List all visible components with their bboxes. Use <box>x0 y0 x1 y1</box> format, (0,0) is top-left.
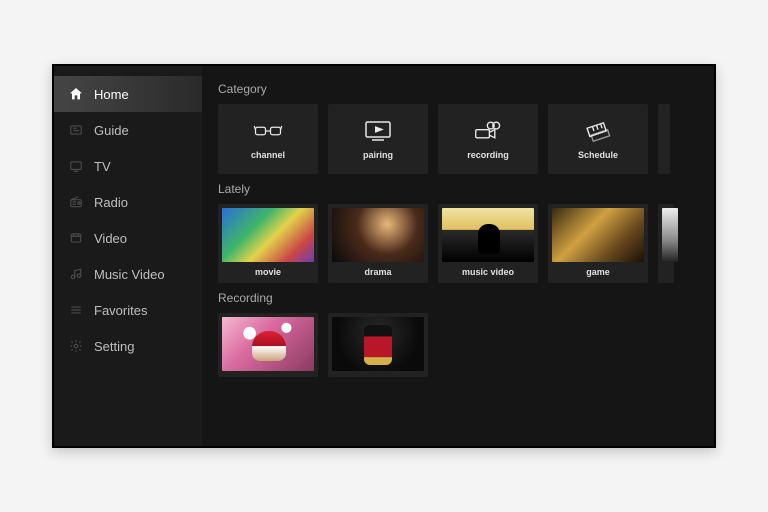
sidebar-item-music-video[interactable]: Music Video <box>54 256 202 292</box>
thumbnail <box>662 208 678 262</box>
sidebar-item-radio[interactable]: Radio <box>54 184 202 220</box>
sidebar-item-home[interactable]: Home <box>54 76 202 112</box>
sidebar-item-label: Setting <box>94 339 134 354</box>
category-label: pairing <box>363 150 393 160</box>
video-icon <box>68 230 84 246</box>
category-card-recording[interactable]: recording <box>438 104 538 174</box>
tv-screen: Home Guide TV Radio Video <box>52 64 716 448</box>
sidebar-item-video[interactable]: Video <box>54 220 202 256</box>
recording-row <box>218 313 714 377</box>
sidebar-item-label: TV <box>94 159 111 174</box>
category-card-schedule[interactable]: Schedule <box>548 104 648 174</box>
tickets-icon <box>583 118 613 144</box>
media-card-music-video[interactable]: music video <box>438 204 538 283</box>
sidebar-item-label: Video <box>94 231 127 246</box>
guide-icon <box>68 122 84 138</box>
thumbnail <box>332 208 424 262</box>
media-label: movie <box>222 267 314 277</box>
media-card-game[interactable]: game <box>548 204 648 283</box>
settings-icon <box>68 338 84 354</box>
camcorder-icon <box>473 118 503 144</box>
lately-row: movie drama music video game <box>218 204 714 283</box>
category-label: channel <box>251 150 285 160</box>
sidebar-item-label: Music Video <box>94 267 165 282</box>
sidebar-item-label: Home <box>94 87 129 102</box>
sidebar-item-label: Favorites <box>94 303 147 318</box>
thumbnail <box>222 317 314 371</box>
sidebar-item-label: Radio <box>94 195 128 210</box>
thumbnail <box>332 317 424 371</box>
media-card-movie[interactable]: movie <box>218 204 318 283</box>
music-icon <box>68 266 84 282</box>
media-card-recording-2[interactable] <box>328 313 428 377</box>
category-card-pairing[interactable]: pairing <box>328 104 428 174</box>
monitor-play-icon <box>363 118 393 144</box>
glasses-icon <box>253 118 283 144</box>
media-card-drama[interactable]: drama <box>328 204 428 283</box>
sidebar-item-guide[interactable]: Guide <box>54 112 202 148</box>
thumbnail <box>442 208 534 262</box>
tv-icon <box>68 158 84 174</box>
sidebar-item-tv[interactable]: TV <box>54 148 202 184</box>
home-icon <box>68 86 84 102</box>
category-label: recording <box>467 150 509 160</box>
thumbnail <box>222 208 314 262</box>
main-content: Category channel pairing recording <box>202 66 714 446</box>
category-card-channel[interactable]: channel <box>218 104 318 174</box>
sidebar-item-setting[interactable]: Setting <box>54 328 202 364</box>
media-card-recording-1[interactable] <box>218 313 318 377</box>
category-label: Schedule <box>578 150 618 160</box>
category-row: channel pairing recording Schedule <box>218 104 714 174</box>
sidebar: Home Guide TV Radio Video <box>54 66 202 446</box>
media-label: game <box>552 267 644 277</box>
media-label: drama <box>332 267 424 277</box>
category-card-overflow[interactable] <box>658 104 670 174</box>
favorites-icon <box>68 302 84 318</box>
section-title-recording: Recording <box>218 291 714 305</box>
radio-icon <box>68 194 84 210</box>
media-label: music video <box>442 267 534 277</box>
section-title-lately: Lately <box>218 182 714 196</box>
thumbnail <box>552 208 644 262</box>
sidebar-item-favorites[interactable]: Favorites <box>54 292 202 328</box>
media-card-overflow[interactable] <box>658 204 674 283</box>
sidebar-item-label: Guide <box>94 123 129 138</box>
section-title-category: Category <box>218 82 714 96</box>
